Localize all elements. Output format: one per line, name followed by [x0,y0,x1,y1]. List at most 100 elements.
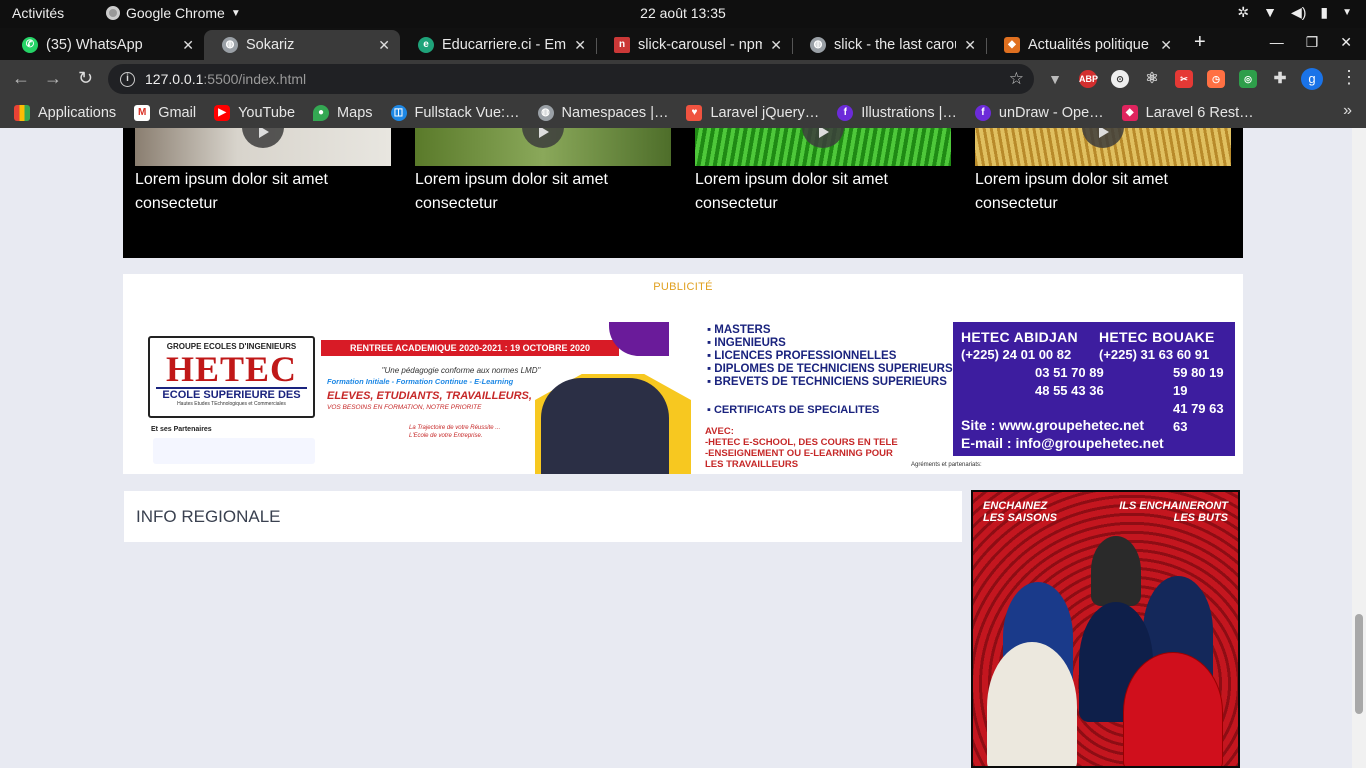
logo-school-sub: Hautes Etudes TEchnologiques et Commerci… [177,401,286,407]
bookmarks-overflow-icon[interactable]: » [1343,102,1352,120]
back-arrow-icon[interactable]: ← [12,68,30,89]
video-card[interactable]: Lorem ipsum dolor sit amet consectetur [695,128,951,216]
caption-line: Lorem ipsum dolor sit amet [695,171,888,188]
hetec-banner-ad[interactable]: GROUPE ECOLES D'INGENIEURS HETEC ECOLE S… [131,322,1235,474]
play-icon[interactable] [1082,128,1124,148]
tab-slick-carousel-npm[interactable]: n slick-carousel - npm ✕ [596,30,792,60]
profile-avatar[interactable]: g [1301,68,1323,90]
bookmark-star-icon[interactable]: ☆ [1009,69,1024,89]
logo-school: ECOLE SUPERIEURE DES [156,387,307,401]
vue-devtools-icon[interactable]: ▼ [1046,70,1064,88]
bookmarks-bar: Applications M Gmail ▶ YouTube ● Maps ◫ Full… [0,98,1366,128]
info-regionale-header: INFO REGIONALE [124,491,962,542]
menu-kebab-icon[interactable]: ⋮ [1340,67,1358,88]
player-figure [1091,536,1141,606]
tab-educarriere[interactable]: e Educarriere.ci - Emp ✕ [400,30,596,60]
undraw-icon: f [837,105,854,121]
url-host: 127.0.0.1 [145,71,204,87]
globe-icon: ◍ [222,37,238,53]
course-label: MASTERS [714,324,771,336]
bookmark-label: Laravel jQuery… [710,105,820,121]
bookmark-undraw[interactable]: f unDraw - Ope… [974,105,1104,121]
tab-whatsapp[interactable]: ✆ (35) WhatsApp ✕ [4,30,204,60]
tab-actualites[interactable]: ◆ Actualités politique ✕ [986,30,1182,60]
trajectoire-line: L'Ecole de votre Entreprise. [409,433,483,439]
close-icon[interactable]: ✕ [182,37,194,54]
video-card[interactable]: Lorem ipsum dolor sit amet consectetur [975,128,1231,216]
minimize-icon[interactable]: — [1270,34,1284,51]
video-thumbnail[interactable] [135,128,391,166]
phone-number: (+225) 31 63 60 91 [1099,347,1210,362]
sidebar-ad[interactable]: ENCHAINEZ LES SAISONS ILS ENCHAINERONT LES… [971,490,1240,768]
green-extension-icon[interactable]: ◎ [1239,70,1257,88]
educarriere-icon: e [418,37,434,53]
maximize-icon[interactable]: ❐ [1306,34,1319,51]
phone-number: 59 80 19 19 [1173,365,1224,398]
phone-number: (+225) 24 01 00 82 [961,347,1072,362]
bookmark-laravel-rest[interactable]: ◆ Laravel 6 Rest… [1121,105,1254,121]
bookmark-illustrations[interactable]: f Illustrations |… [837,105,957,121]
scrollbar-thumb[interactable] [1355,614,1363,714]
screenshot-extension-icon[interactable]: ✂ [1175,70,1193,88]
address-bar[interactable]: i 127.0.0.1:5500/index.html ☆ [108,64,1034,94]
bookmark-applications[interactable]: Applications [14,105,116,121]
timer-extension-icon[interactable]: ◷ [1207,70,1225,88]
caption-line: consectetur [695,195,778,212]
react-devtools-icon[interactable]: ⚛ [1143,70,1161,88]
bookmark-namespaces[interactable]: ◍ Namespaces |… [537,105,668,121]
logo-brand: HETEC [165,349,298,389]
video-thumbnail[interactable] [975,128,1231,166]
system-tray[interactable]: ✲ ▼ ◀) ▮ ▼ [1237,4,1352,21]
bookmark-label: YouTube [238,105,296,121]
bookmark-gmail[interactable]: M Gmail [134,105,196,121]
close-icon[interactable]: ✕ [574,37,586,54]
close-icon[interactable]: ✕ [964,37,976,54]
page-scrollbar[interactable] [1352,128,1366,768]
info-icon[interactable]: i [120,71,135,87]
video-thumbnail[interactable] [695,128,951,166]
video-card[interactable]: Lorem ipsum dolor sit amet consectetur [415,128,671,216]
apps-status-icon[interactable]: ✲ [1237,4,1249,21]
close-icon[interactable]: ✕ [1160,37,1172,54]
besoins-text: VOS BESOINS EN FORMATION, NOTRE PRIORITE [327,404,482,411]
course-label: BREVETS DE TECHNICIENS SUPERIEURS [714,376,947,388]
globe-icon: ◍ [537,105,554,121]
bookmark-maps[interactable]: ● Maps [313,105,373,121]
video-card[interactable]: Lorem ipsum dolor sit amet consectetur [135,128,391,216]
extension-circle-icon[interactable]: ⊙ [1111,70,1129,88]
pedagogie-text: "Une pédagogie conforme aux normes LMD" [381,366,541,375]
bookmark-label: Maps [337,105,373,121]
video-caption[interactable]: Lorem ipsum dolor sit amet consectetur [975,166,1231,216]
close-window-icon[interactable]: ✕ [1340,34,1352,51]
ad-line: LES SAISONS [983,512,1057,524]
play-icon[interactable] [802,128,844,148]
page-viewport[interactable]: Lorem ipsum dolor sit amet consectetur Lo… [0,128,1352,768]
bookmark-youtube[interactable]: ▶ YouTube [214,105,295,121]
vue-icon: ◫ [390,105,407,121]
partners-label: Et ses Partenaires [151,426,212,433]
adblock-icon[interactable]: ABP [1079,70,1098,88]
maps-icon: ● [313,105,330,121]
puzzle-icon[interactable]: ✚ [1271,70,1289,88]
tab-sokariz[interactable]: ◍ Sokariz ✕ [204,30,400,60]
video-caption[interactable]: Lorem ipsum dolor sit amet consectetur [135,166,391,216]
close-icon[interactable]: ✕ [770,37,782,54]
globe-icon: ◍ [810,37,826,53]
video-caption[interactable]: Lorem ipsum dolor sit amet consectetur [695,166,951,216]
certificats-item: ▪ CERTIFICATS DE SPECIALITES [707,404,880,416]
play-icon[interactable] [522,128,564,148]
tab-slick[interactable]: ◍ slick - the last carou ✕ [792,30,986,60]
close-icon[interactable]: ✕ [378,37,390,54]
play-icon[interactable] [242,128,284,148]
bookmark-laravel-jquery[interactable]: ♥ Laravel jQuery… [686,105,819,121]
section-title: INFO REGIONALE [136,507,281,526]
clock[interactable]: 22 août 13:35 [0,5,1366,21]
bookmark-fullstack-vue[interactable]: ◫ Fullstack Vue:… [390,105,520,121]
new-tab-button[interactable]: + [1194,31,1206,54]
course-label: INGENIEURS [714,337,786,349]
forward-arrow-icon[interactable]: → [44,68,62,89]
video-thumbnail[interactable] [415,128,671,166]
video-caption[interactable]: Lorem ipsum dolor sit amet consectetur [415,166,671,216]
reload-icon[interactable]: ↻ [78,68,93,89]
avec-line: AVEC: [705,426,734,437]
